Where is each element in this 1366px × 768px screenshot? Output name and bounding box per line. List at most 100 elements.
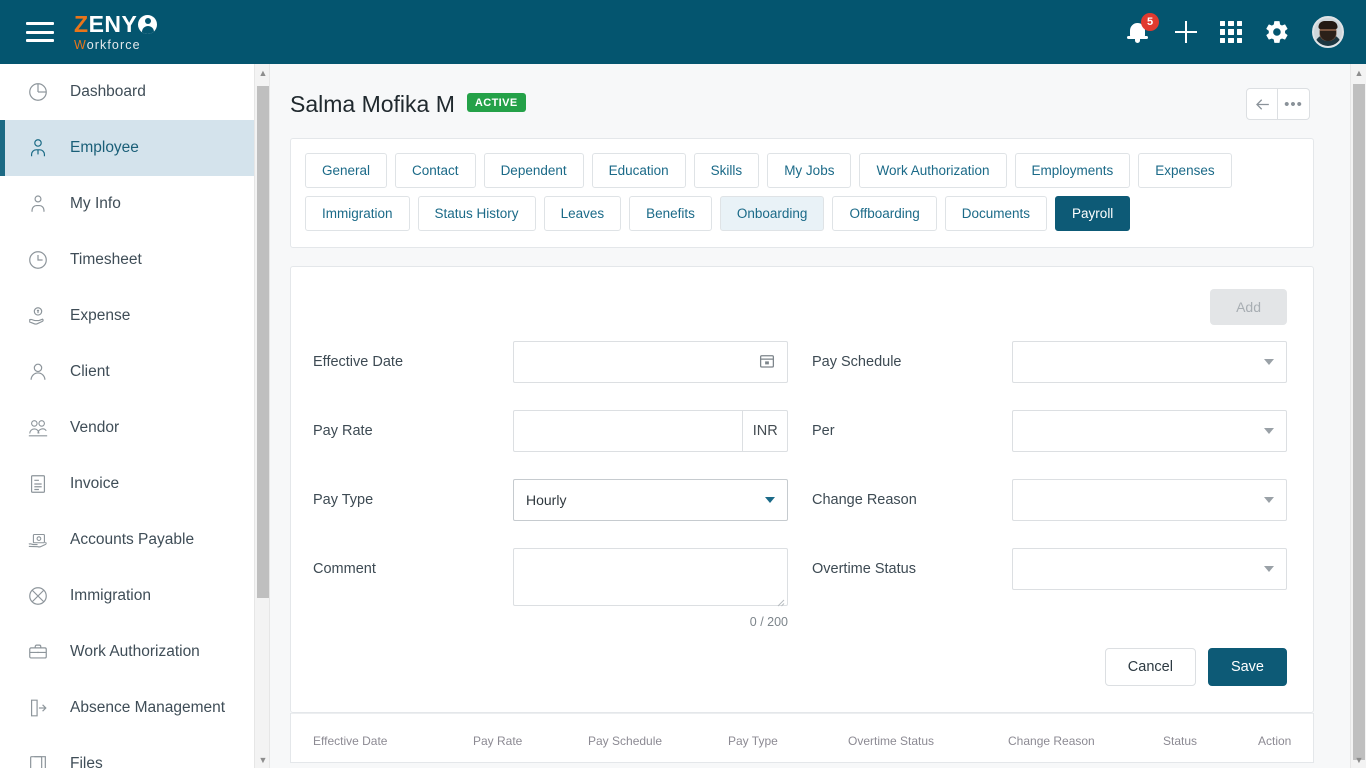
comment-textarea[interactable] [513,548,788,606]
column-header-pay-rate[interactable]: Pay Rate [473,714,588,762]
calendar-icon[interactable] [758,352,776,370]
notifications-button[interactable]: 5 [1126,13,1159,46]
sidebar-item-label: Timesheet [70,251,142,268]
tab-status-history[interactable]: Status History [417,196,536,231]
sidebar-item-employee[interactable]: Employee [0,120,254,176]
page-header-actions: ••• [1246,88,1310,120]
sidebar-item-expense[interactable]: Expense [0,288,254,344]
tab-education[interactable]: Education [591,153,686,188]
sidebar-item-label: Work Authorization [70,643,200,660]
save-button[interactable]: Save [1207,648,1287,686]
tab-onboarding[interactable]: Onboarding [719,196,825,231]
page-scrollbar-thumb[interactable] [1353,84,1365,760]
tab-contact[interactable]: Contact [395,153,476,188]
pay-rate-currency-suffix: INR [743,410,788,452]
sidebar-item-label: Client [70,363,110,380]
sidebar-item-vendor[interactable]: Vendor [0,400,254,456]
sidebar-item-accounts-payable[interactable]: Accounts Payable [0,512,254,568]
tab-work-authorization[interactable]: Work Authorization [859,153,1007,188]
table-header-row: Effective Date Pay Rate Pay Schedule Pay… [291,713,1313,762]
scroll-up-arrow-icon[interactable]: ▲ [255,64,271,81]
page-scroll-up-arrow-icon[interactable]: ▲ [1351,64,1366,81]
cancel-button[interactable]: Cancel [1104,648,1196,686]
tab-employments[interactable]: Employments [1014,153,1131,188]
page-scrollbar[interactable]: ▲ ▼ [1350,64,1366,768]
dashboard-icon [26,80,50,104]
main-sidebar: Dashboard Employee My Info Timesheet Exp… [0,64,254,768]
main-content: Salma Mofika M ACTIVE ••• General Contac… [271,64,1350,768]
column-header-effective-date[interactable]: Effective Date [313,714,473,762]
my-info-icon [26,192,50,216]
logo-person-icon [138,14,158,34]
tab-documents[interactable]: Documents [944,196,1048,231]
page-scroll-down-arrow-icon[interactable]: ▼ [1351,751,1366,768]
sidebar-item-immigration[interactable]: Immigration [0,568,254,624]
column-header-status[interactable]: Status [1163,714,1258,762]
per-select[interactable] [1012,410,1287,452]
effective-date-input[interactable] [513,341,788,383]
sidebar-item-label: Expense [70,307,131,324]
per-label: Per [812,423,835,439]
sidebar-item-my-info[interactable]: My Info [0,176,254,232]
add-new-button[interactable] [1174,20,1198,44]
tab-skills[interactable]: Skills [693,153,760,188]
chevron-down-icon [1264,566,1274,572]
app-logo[interactable]: Z ENY Workforce [74,12,158,52]
sidebar-item-client[interactable]: Client [0,344,254,400]
sidebar-item-label: Files [70,755,103,768]
user-avatar[interactable] [1312,16,1344,48]
column-header-pay-schedule[interactable]: Pay Schedule [588,714,728,762]
sidebar-item-timesheet[interactable]: Timesheet [0,232,254,288]
pay-schedule-select[interactable] [1012,341,1287,383]
pay-type-select[interactable]: Hourly [513,479,788,521]
back-button[interactable] [1246,88,1278,120]
payroll-history-table: Effective Date Pay Rate Pay Schedule Pay… [290,713,1314,763]
sidebar-scrollbar-thumb[interactable] [257,86,269,598]
settings-button[interactable] [1264,19,1290,45]
sidebar-item-label: Dashboard [70,83,146,100]
field-comment: Comment 0 / 200 [313,548,788,644]
column-header-pay-type[interactable]: Pay Type [728,714,848,762]
notification-count-badge: 5 [1141,13,1159,31]
payroll-form-card: Add Effective Date Pay Schedule Pay Rate… [290,266,1314,713]
tab-payroll[interactable]: Payroll [1055,196,1131,231]
pay-type-label: Pay Type [313,492,374,508]
sidebar-item-dashboard[interactable]: Dashboard [0,64,254,120]
apps-grid-button[interactable] [1220,21,1242,43]
pay-rate-input[interactable] [513,410,744,452]
avatar-hair [1318,21,1338,29]
sidebar-scrollbar[interactable]: ▲ ▼ [254,64,270,768]
top-header-bar: Z ENY Workforce 5 [0,0,1366,64]
employee-icon [26,136,50,160]
sidebar-item-files[interactable]: Files [0,736,254,768]
logo-text-w: W [74,37,87,52]
tab-dependent[interactable]: Dependent [483,153,584,188]
sidebar-item-absence-management[interactable]: Absence Management [0,680,254,736]
tab-expenses[interactable]: Expenses [1138,153,1232,188]
overtime-status-select[interactable] [1012,548,1287,590]
tab-benefits[interactable]: Benefits [629,196,712,231]
more-options-icon: ••• [1284,95,1303,113]
sidebar-item-work-authorization[interactable]: Work Authorization [0,624,254,680]
tabs-card: General Contact Dependent Education Skil… [290,138,1314,248]
tab-general[interactable]: General [305,153,388,188]
comment-label: Comment [313,561,376,577]
scroll-down-arrow-icon[interactable]: ▼ [255,751,271,768]
change-reason-select[interactable] [1012,479,1287,521]
add-button[interactable]: Add [1210,289,1287,325]
column-header-action[interactable]: Action [1258,714,1350,762]
column-header-change-reason[interactable]: Change Reason [1008,714,1163,762]
change-reason-label: Change Reason [812,492,917,508]
tab-offboarding[interactable]: Offboarding [832,196,937,231]
tab-row-1: General Contact Dependent Education Skil… [305,153,1299,188]
hamburger-menu-icon[interactable] [26,22,54,42]
tab-my-jobs[interactable]: My Jobs [767,153,852,188]
column-header-overtime-status[interactable]: Overtime Status [848,714,1008,762]
chevron-down-icon [1264,359,1274,365]
tab-leaves[interactable]: Leaves [543,196,622,231]
more-options-button[interactable]: ••• [1278,88,1310,120]
sidebar-item-invoice[interactable]: Invoice [0,456,254,512]
field-pay-type: Pay Type Hourly [313,479,788,548]
pay-rate-label: Pay Rate [313,423,373,439]
tab-immigration[interactable]: Immigration [305,196,410,231]
